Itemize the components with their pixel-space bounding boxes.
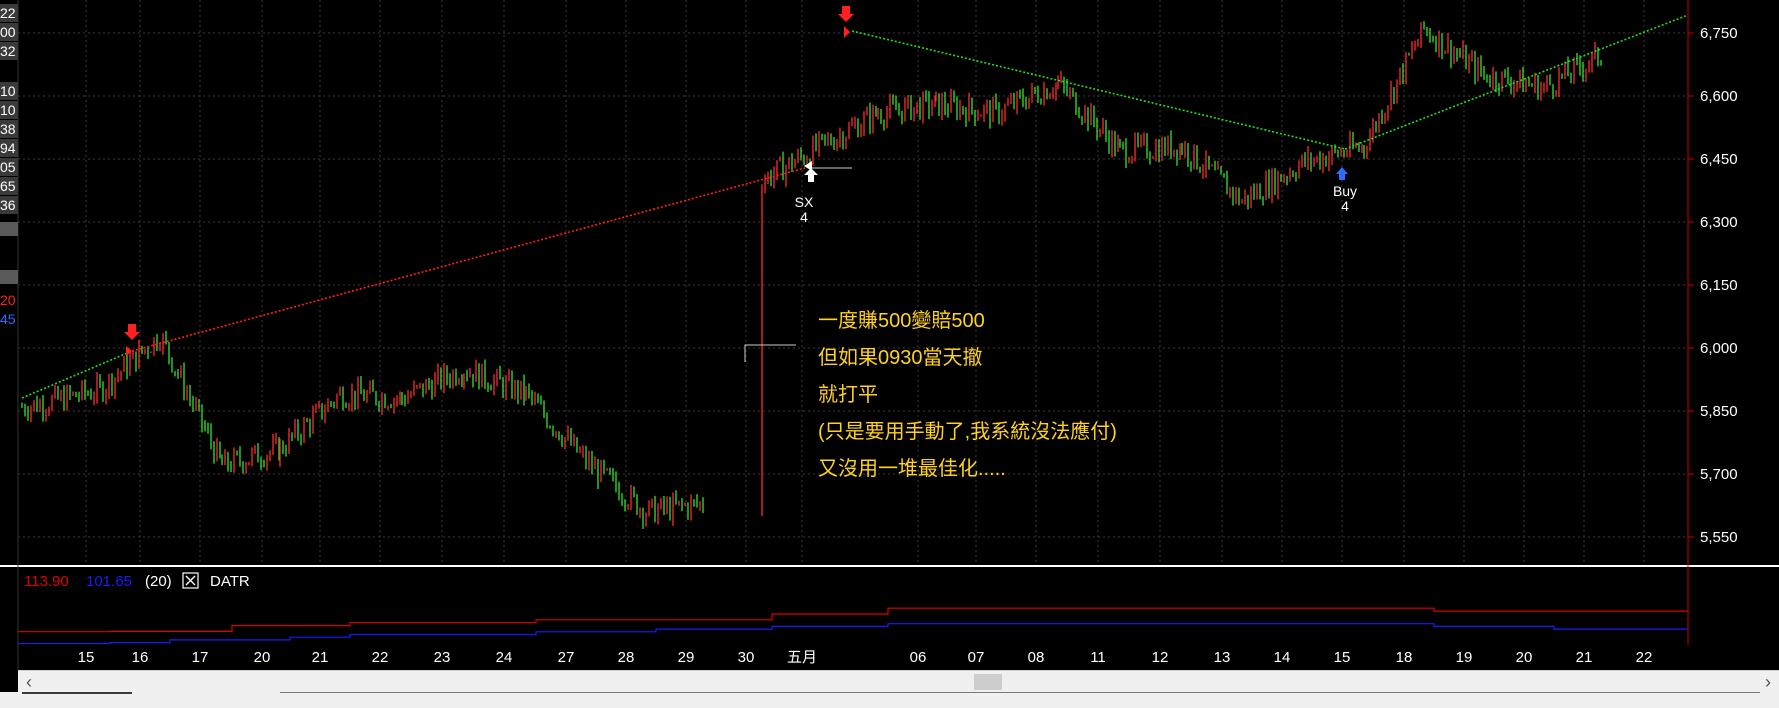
left-value: 20 bbox=[0, 292, 16, 308]
date-tick-label: 23 bbox=[434, 649, 451, 666]
left-value: 36 bbox=[0, 197, 16, 213]
date-tick-label: 27 bbox=[558, 649, 575, 666]
status-strip bbox=[0, 692, 1779, 708]
chart-canvas: 6,750 6,600 6,450 6,300 6,150 6,000 5,850 5,700… bbox=[0, 0, 1779, 670]
indicator-name: DATR bbox=[210, 573, 250, 590]
indicator-value-blue: 101.65 bbox=[86, 573, 132, 590]
date-tick-label: 15 bbox=[78, 649, 95, 666]
left-value-panel: 22 00 32 10 10 38 94 05 65 36 20 45 bbox=[0, 4, 18, 327]
date-tick-label: 21 bbox=[1576, 649, 1593, 666]
date-tick-label: 30 bbox=[738, 649, 755, 666]
left-value: 22 bbox=[0, 5, 16, 21]
sx-label: SX bbox=[795, 194, 814, 210]
annotation-line-3: 就打平 bbox=[818, 383, 878, 406]
left-value: 00 bbox=[0, 24, 16, 40]
indicator-period: (20) bbox=[145, 573, 172, 590]
date-tick-label: 13 bbox=[1214, 649, 1231, 666]
date-tick-label: 06 bbox=[910, 649, 927, 666]
price-tick-label: 6,150 bbox=[1700, 277, 1738, 294]
date-tick-label: 22 bbox=[372, 649, 389, 666]
date-tick-label: 18 bbox=[1396, 649, 1413, 666]
left-value: 05 bbox=[0, 159, 16, 175]
left-value: 45 bbox=[0, 311, 16, 327]
date-tick-label: 07 bbox=[968, 649, 985, 666]
price-tick-label: 5,850 bbox=[1700, 403, 1738, 420]
price-tick-label: 6,000 bbox=[1700, 340, 1738, 357]
price-tick-label: 5,700 bbox=[1700, 466, 1738, 483]
date-tick-label: 20 bbox=[1516, 649, 1533, 666]
date-tick-label: 五月 bbox=[787, 649, 817, 666]
left-panel-bar bbox=[0, 270, 18, 284]
left-value: 10 bbox=[0, 102, 16, 118]
annotation-line-5: 又沒用一堆最佳化..... bbox=[818, 457, 1006, 480]
tab-indicator bbox=[22, 692, 132, 694]
date-tick-label: 20 bbox=[254, 649, 271, 666]
scroll-right-arrow-icon[interactable]: › bbox=[1757, 671, 1779, 693]
date-tick-label: 28 bbox=[618, 649, 635, 666]
annotation-line-4: (只是要用手動了,我系統沒法應付) bbox=[818, 419, 1117, 443]
left-value: 32 bbox=[0, 43, 16, 59]
date-tick-label: 17 bbox=[192, 649, 209, 666]
date-tick-label: 11 bbox=[1090, 649, 1106, 666]
date-tick-label: 08 bbox=[1028, 649, 1045, 666]
left-value: 38 bbox=[0, 121, 16, 137]
price-tick-label: 6,600 bbox=[1700, 88, 1738, 105]
sx-qty: 4 bbox=[800, 209, 808, 225]
buy-qty: 4 bbox=[1341, 198, 1349, 214]
annotation-line-1: 一度賺500變賠500 bbox=[818, 309, 985, 332]
horizontal-scrollbar[interactable]: ‹ › bbox=[18, 670, 1779, 693]
date-tick-label: 29 bbox=[678, 649, 695, 666]
date-tick-label: 21 bbox=[312, 649, 329, 666]
date-tick-label: 15 bbox=[1334, 649, 1351, 666]
tab-baseline bbox=[280, 692, 1760, 693]
left-value: 94 bbox=[0, 140, 16, 156]
date-tick-label: 16 bbox=[132, 649, 149, 666]
date-tick-label: 24 bbox=[496, 649, 513, 666]
scroll-thumb[interactable] bbox=[974, 674, 1002, 690]
left-value: 10 bbox=[0, 83, 16, 99]
indicator-value-red: 113.90 bbox=[24, 573, 69, 590]
annotation-line-2: 但如果0930當天撤 bbox=[818, 346, 983, 369]
scroll-left-arrow-icon[interactable]: ‹ bbox=[18, 671, 40, 693]
date-tick-label: 19 bbox=[1456, 649, 1473, 666]
date-tick-label: 14 bbox=[1274, 649, 1291, 666]
left-panel-bar bbox=[0, 222, 18, 236]
price-tick-label: 6,300 bbox=[1700, 214, 1738, 231]
price-tick-label: 6,750 bbox=[1700, 25, 1738, 42]
date-tick-label: 22 bbox=[1636, 649, 1653, 666]
price-tick-label: 6,450 bbox=[1700, 151, 1738, 168]
left-value: 65 bbox=[0, 178, 16, 194]
date-tick-label: 12 bbox=[1152, 649, 1169, 666]
price-tick-label: 5,550 bbox=[1700, 529, 1738, 546]
buy-label: Buy bbox=[1333, 183, 1357, 199]
